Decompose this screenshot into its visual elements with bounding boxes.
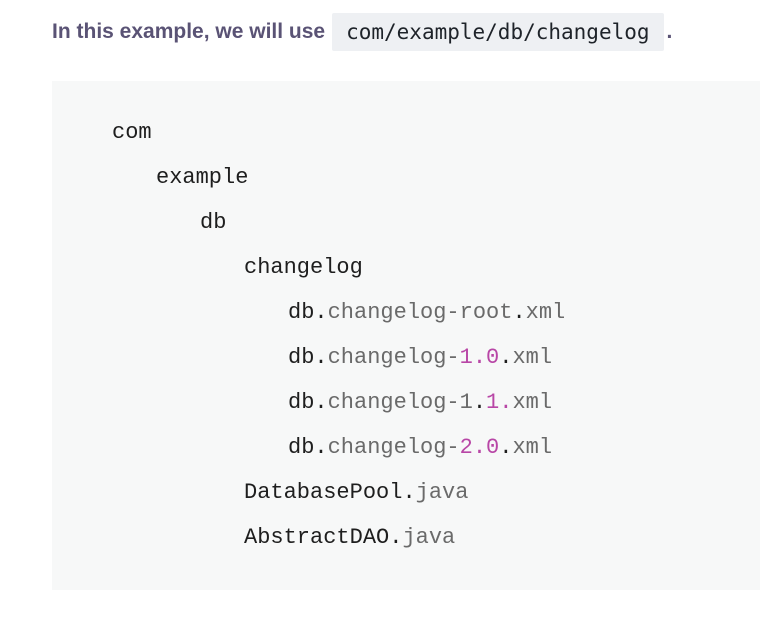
tree-line: db.changelog-2.0.xml bbox=[52, 425, 565, 470]
code-token-ident: db bbox=[288, 390, 315, 415]
inline-code-path: com/example/db/changelog bbox=[332, 13, 664, 51]
intro-text: In this example, we will use bbox=[52, 20, 326, 43]
tree-line: com bbox=[52, 110, 565, 155]
code-token-num: 1. bbox=[486, 390, 513, 415]
tree-line: db.changelog-1.1.xml bbox=[52, 380, 565, 425]
tree-line: db.changelog-root.xml bbox=[52, 290, 565, 335]
code-token-ident: changelog bbox=[244, 255, 363, 280]
tree-line: db bbox=[52, 200, 565, 245]
code-token-punct: . bbox=[499, 345, 513, 370]
code-token-num: 1.0 bbox=[459, 345, 500, 370]
code-token-punct: . bbox=[472, 390, 487, 415]
tree-line: DatabasePool.java bbox=[52, 470, 565, 515]
code-token-prop: xml bbox=[525, 300, 566, 325]
code-token-prop: changelog-1 bbox=[327, 390, 473, 415]
code-token-prop: changelog- bbox=[327, 345, 460, 370]
tree-line: AbstractDAO.java bbox=[52, 515, 565, 560]
code-token-prop: java bbox=[415, 480, 469, 505]
intro-period: . bbox=[666, 20, 673, 43]
code-token-num: 2.0 bbox=[459, 435, 500, 460]
code-block: com example db changelog db.changelog-root.x… bbox=[52, 81, 760, 590]
code-token-punct: . bbox=[389, 525, 403, 550]
code-token-ident: db bbox=[288, 300, 315, 325]
code-token-punct: . bbox=[314, 435, 328, 460]
tree-line: changelog bbox=[52, 245, 565, 290]
code-token-prop: changelog-root bbox=[327, 300, 513, 325]
code-token-punct: . bbox=[512, 300, 526, 325]
code-token-ident: db bbox=[200, 210, 227, 235]
code-token-ident: AbstractDAO bbox=[244, 525, 390, 550]
code-token-punct: . bbox=[402, 480, 416, 505]
code-token-ident: com bbox=[112, 120, 152, 145]
code-token-punct: . bbox=[499, 435, 513, 460]
code-token-prop: java bbox=[402, 525, 456, 550]
intro-paragraph: In this example, we will use com/example… bbox=[52, 13, 672, 51]
code-token-prop: xml bbox=[512, 345, 553, 370]
code-token-ident: example bbox=[156, 165, 249, 190]
code-token-punct: . bbox=[314, 390, 328, 415]
tree-line: example bbox=[52, 155, 565, 200]
code-token-ident: DatabasePool bbox=[244, 480, 403, 505]
code-token-prop: xml bbox=[512, 390, 553, 415]
code-token-punct: . bbox=[314, 300, 328, 325]
directory-tree: com example db changelog db.changelog-root.x… bbox=[52, 110, 565, 560]
code-token-prop: xml bbox=[512, 435, 553, 460]
code-token-prop: changelog- bbox=[327, 435, 460, 460]
tree-line: db.changelog-1.0.xml bbox=[52, 335, 565, 380]
code-token-ident: db bbox=[288, 345, 315, 370]
code-token-punct: . bbox=[314, 345, 328, 370]
code-token-ident: db bbox=[288, 435, 315, 460]
